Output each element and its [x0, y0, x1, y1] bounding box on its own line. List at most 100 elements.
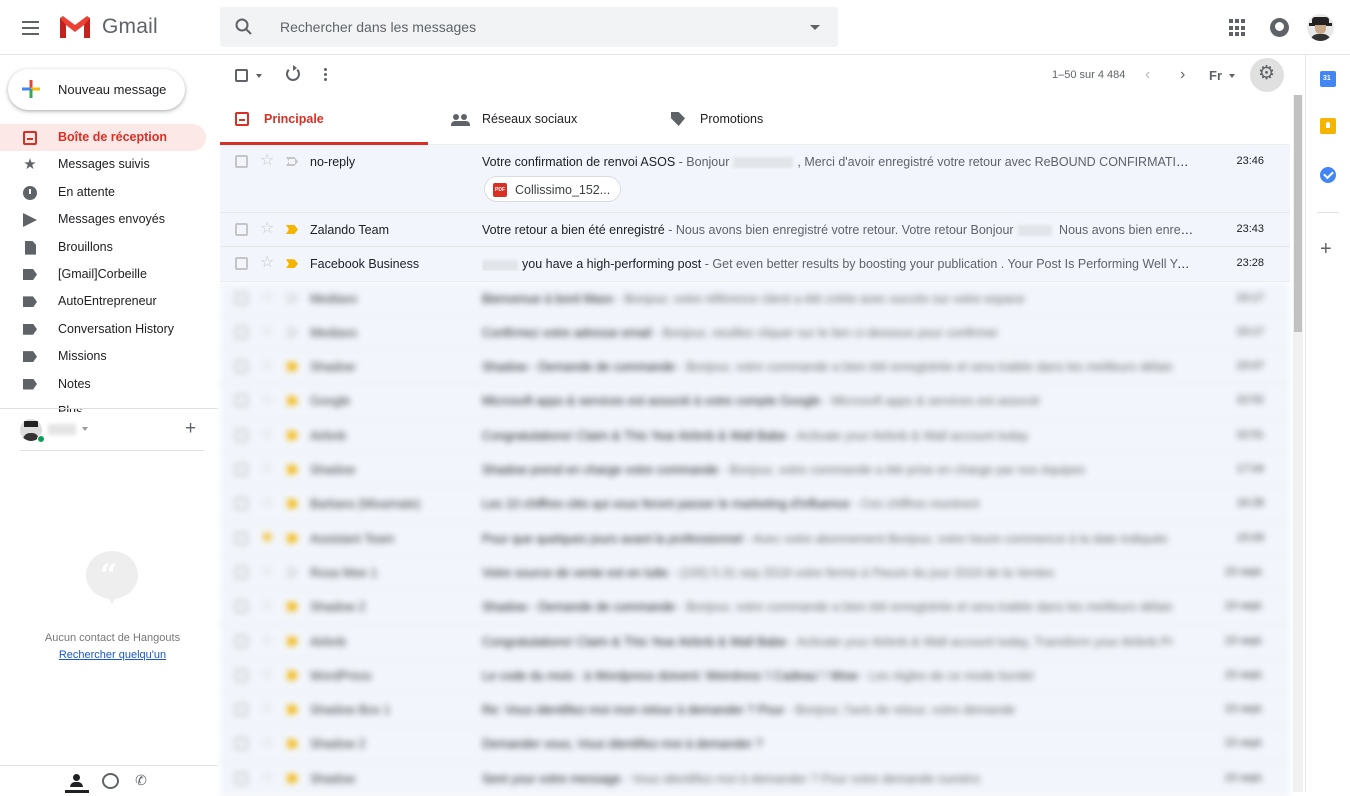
sidebar-item-starred[interactable]: ★ Messages suivis — [0, 151, 206, 178]
importance-marker-icon[interactable] — [286, 773, 298, 783]
sidebar-item-more[interactable]: Plus — [0, 398, 206, 412]
previous-page-icon[interactable]: ‹ — [1145, 67, 1150, 83]
star-icon[interactable]: ☆ — [260, 769, 274, 787]
star-icon[interactable]: ☆ — [260, 700, 274, 718]
row-checkbox[interactable] — [235, 497, 248, 511]
chevron-down-icon[interactable] — [82, 427, 88, 431]
importance-marker-icon[interactable] — [286, 225, 298, 234]
row-checkbox[interactable] — [235, 668, 248, 682]
sidebar-item-notes[interactable]: Notes — [0, 371, 206, 398]
star-icon[interactable]: ☆ — [260, 254, 274, 272]
message-row[interactable]: ☆ Shadow 2 Demander vous, Vous identifiez-… — [220, 727, 1290, 762]
row-checkbox[interactable] — [235, 223, 248, 236]
star-icon[interactable]: ☆ — [260, 460, 274, 478]
row-checkbox[interactable] — [235, 428, 248, 442]
row-checkbox[interactable] — [235, 291, 248, 305]
input-language-selector[interactable]: Fr — [1209, 68, 1222, 83]
importance-marker-icon[interactable] — [286, 430, 298, 440]
gmail-logo[interactable]: Gmail — [58, 14, 158, 40]
message-row[interactable]: ★ Assistant Team Pour que quelques jours a… — [220, 521, 1290, 556]
select-all-checkbox[interactable] — [235, 69, 248, 82]
row-checkbox[interactable] — [235, 771, 248, 785]
row-checkbox[interactable] — [235, 394, 248, 408]
message-row[interactable]: ☆ Mediavo Confirmez votre adresse email - … — [220, 315, 1290, 351]
phone-tab-icon[interactable]: ✆ — [129, 769, 153, 793]
row-checkbox[interactable] — [235, 325, 248, 339]
search-input[interactable] — [280, 7, 780, 47]
message-row[interactable]: ☆ no-reply Votre confirmation de renvoi … — [220, 145, 1290, 213]
add-contact-icon[interactable]: + — [185, 419, 196, 439]
importance-marker-icon[interactable] — [286, 362, 298, 372]
message-row[interactable]: ☆ Shadow Sent your votre message - Vous id… — [220, 761, 1290, 796]
scrollbar-thumb[interactable] — [1294, 95, 1302, 332]
star-icon[interactable]: ☆ — [260, 357, 274, 375]
message-row[interactable]: ☆ Zalando Team Votre retour a bien été e… — [220, 213, 1290, 248]
message-row[interactable]: ☆ Shadow Shadow - Demande de commande - Bo… — [220, 350, 1290, 385]
add-addon-icon[interactable]: + — [1320, 239, 1336, 259]
sidebar-item-missions[interactable]: Missions — [0, 343, 206, 370]
message-row[interactable]: ☆ Airbnb Congratulations! Claim & This Yea… — [220, 624, 1290, 659]
sidebar-item-snoozed[interactable]: En attente — [0, 179, 206, 206]
row-checkbox[interactable] — [235, 565, 248, 579]
message-row[interactable]: ☆ Shadow Shadow prend en charge votre comm… — [220, 453, 1290, 488]
sidebar-item-conversation-history[interactable]: Conversation History — [0, 316, 206, 343]
message-row[interactable]: ☆ Airbnb Congratulations! Claim & This Yea… — [220, 418, 1290, 454]
message-row[interactable]: ☆ WordPress Le code du mois : à Wordpress … — [220, 658, 1290, 694]
importance-marker-icon[interactable] — [286, 533, 298, 543]
select-options-chevron-icon[interactable] — [256, 74, 262, 78]
attachment-chip[interactable]: PDF Collissimo_152... — [484, 176, 621, 202]
importance-marker-icon[interactable] — [286, 293, 298, 303]
row-checkbox[interactable] — [235, 737, 248, 751]
find-someone-link[interactable]: Rechercher quelqu'un — [0, 649, 225, 661]
keep-icon[interactable] — [1320, 118, 1336, 134]
tab-reseaux-sociaux[interactable]: Réseaux sociaux — [438, 95, 646, 145]
notifications-icon[interactable] — [1270, 18, 1289, 37]
importance-marker-icon[interactable] — [286, 499, 298, 509]
importance-marker-icon[interactable] — [286, 259, 298, 269]
tasks-icon[interactable] — [1320, 167, 1336, 183]
star-icon[interactable]: ☆ — [260, 323, 274, 341]
message-row[interactable]: ☆ Facebook Business you have a high-perf… — [220, 247, 1290, 282]
refresh-icon[interactable] — [286, 65, 300, 81]
message-row[interactable]: ☆ Shadow Box 1 Re: Vous identifiez-moi mon… — [220, 693, 1290, 728]
message-row[interactable]: ☆ Shadow 2 Shadow - Demande de commande - … — [220, 590, 1290, 625]
chevron-down-icon[interactable] — [1229, 74, 1235, 78]
hangouts-user[interactable]: + — [20, 419, 200, 445]
chat-tab-icon[interactable] — [97, 769, 121, 793]
importance-marker-icon[interactable] — [286, 157, 298, 166]
google-apps-icon[interactable] — [1229, 19, 1247, 37]
row-checkbox[interactable] — [235, 600, 248, 614]
row-checkbox[interactable] — [235, 531, 248, 545]
sidebar-item-autoentrepreneur[interactable]: AutoEntrepreneur — [0, 288, 206, 315]
search-icon[interactable] — [234, 17, 254, 37]
importance-marker-icon[interactable] — [286, 739, 298, 749]
calendar-icon[interactable] — [1320, 71, 1336, 87]
row-checkbox[interactable] — [235, 634, 248, 648]
search-options-dropdown-icon[interactable] — [810, 25, 820, 30]
account-avatar[interactable] — [1307, 14, 1334, 41]
message-row[interactable]: ☆ Mediavo Bienvenue à bord Maxx - Bonjour,… — [220, 281, 1290, 316]
star-icon[interactable]: ☆ — [260, 666, 274, 684]
message-row[interactable]: ☆ Google Microsoft apps & services est ass… — [220, 384, 1290, 419]
star-icon[interactable]: ☆ — [260, 563, 274, 581]
star-icon[interactable]: ☆ — [260, 734, 274, 752]
sidebar-item-trash[interactable]: [Gmail]Corbeille — [0, 261, 206, 288]
star-icon[interactable]: ★ — [260, 529, 274, 547]
compose-button[interactable]: Nouveau message — [8, 69, 185, 110]
importance-marker-icon[interactable] — [286, 327, 298, 337]
star-icon[interactable]: ☆ — [260, 632, 274, 650]
tab-promotions[interactable]: Promotions — [656, 95, 864, 145]
sidebar-item-inbox[interactable]: Boîte de réception — [0, 124, 206, 152]
row-checkbox[interactable] — [235, 257, 248, 271]
more-options-icon[interactable] — [324, 68, 327, 82]
contacts-tab-icon[interactable] — [65, 769, 89, 793]
importance-marker-icon[interactable] — [286, 705, 298, 715]
importance-marker-icon[interactable] — [286, 636, 298, 646]
row-checkbox[interactable] — [235, 155, 248, 168]
tab-principale[interactable]: Principale — [220, 95, 428, 145]
row-checkbox[interactable] — [235, 463, 248, 477]
star-icon[interactable]: ☆ — [260, 597, 274, 615]
star-icon[interactable]: ☆ — [260, 152, 274, 170]
settings-button[interactable]: ⚙ — [1250, 58, 1284, 92]
message-row[interactable]: ☆ Rosa Mee 1 Votre source de vente est en … — [220, 555, 1290, 591]
